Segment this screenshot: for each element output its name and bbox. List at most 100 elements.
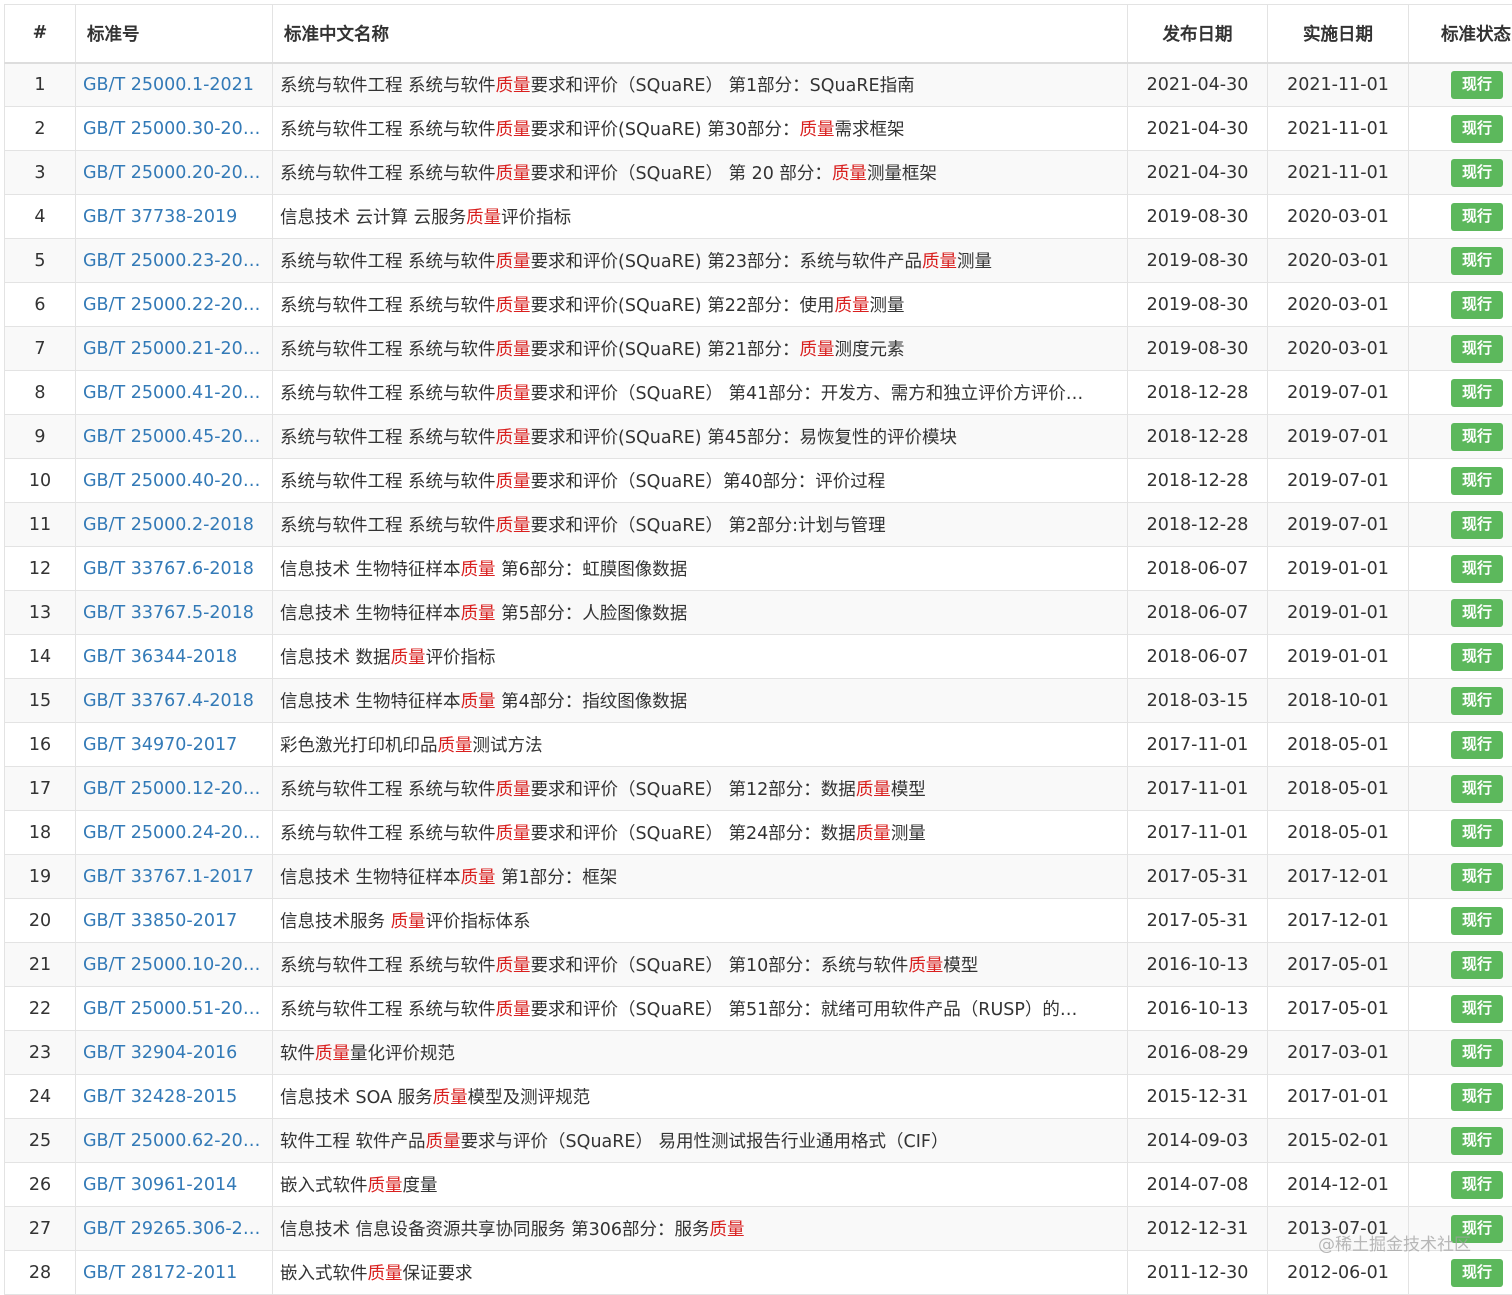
publish-date: 2021-04-30 — [1128, 151, 1268, 195]
table-row[interactable]: 26GB/T 30961-2014嵌入式软件质量度量2014-07-082014… — [5, 1163, 1512, 1207]
table-row[interactable]: 19GB/T 33767.1-2017信息技术 生物特征样本质量 第1部分：框架… — [5, 855, 1512, 899]
highlight-term: 质量 — [496, 76, 531, 96]
highlight-term: 质量 — [496, 780, 531, 800]
table-row[interactable]: 28GB/T 28172-2011嵌入式软件质量保证要求2011-12-3020… — [5, 1251, 1512, 1295]
status-badge: 现行 — [1451, 71, 1503, 99]
header-code[interactable]: 标准号 — [76, 5, 273, 63]
standard-name: 信息技术 云计算 云服务质量评价指标 — [280, 204, 1120, 229]
standard-name: 系统与软件工程 系统与软件质量要求和评价(SQuaRE) 第30部分：质量需求框… — [280, 116, 1120, 141]
standard-code-link[interactable]: GB/T 25000.10-2016 — [83, 955, 265, 975]
standard-code-link[interactable]: GB/T 30961-2014 — [83, 1175, 265, 1195]
standard-code-link[interactable]: GB/T 37738-2019 — [83, 207, 265, 227]
status-badge: 现行 — [1451, 1039, 1503, 1067]
table-row[interactable]: 24GB/T 32428-2015信息技术 SOA 服务质量模型及测评规范201… — [5, 1075, 1512, 1119]
standard-code-link[interactable]: GB/T 25000.41-2018 — [83, 383, 265, 403]
standard-code-cell: GB/T 25000.22-2019 — [76, 283, 273, 327]
table-row[interactable]: 16GB/T 34970-2017彩色激光打印机印品质量测试方法2017-11-… — [5, 723, 1512, 767]
table-row[interactable]: 3GB/T 25000.20-2021系统与软件工程 系统与软件质量要求和评价（… — [5, 151, 1512, 195]
standard-code-link[interactable]: GB/T 25000.45-2018 — [83, 427, 265, 447]
row-index: 13 — [5, 591, 76, 635]
table-row[interactable]: 11GB/T 25000.2-2018系统与软件工程 系统与软件质量要求和评价（… — [5, 503, 1512, 547]
highlight-term: 质量 — [496, 384, 531, 404]
table-row[interactable]: 4GB/T 37738-2019信息技术 云计算 云服务质量评价指标2019-0… — [5, 195, 1512, 239]
table-row[interactable]: 21GB/T 25000.10-2016系统与软件工程 系统与软件质量要求和评价… — [5, 943, 1512, 987]
standard-code-link[interactable]: GB/T 33767.5-2018 — [83, 603, 265, 623]
row-index: 15 — [5, 679, 76, 723]
table-header: # 标准号 标准中文名称 发布日期 实施日期 标准状态 — [5, 5, 1512, 63]
status-badge: 现行 — [1451, 423, 1503, 451]
header-implement-date[interactable]: 实施日期 — [1268, 5, 1409, 63]
table-row[interactable]: 10GB/T 25000.40-2018系统与软件工程 系统与软件质量要求和评价… — [5, 459, 1512, 503]
table-row[interactable]: 9GB/T 25000.45-2018系统与软件工程 系统与软件质量要求和评价(… — [5, 415, 1512, 459]
table-row[interactable]: 20GB/T 33850-2017信息技术服务 质量评价指标体系2017-05-… — [5, 899, 1512, 943]
standard-code-link[interactable]: GB/T 33767.6-2018 — [83, 559, 265, 579]
publish-date: 2014-09-03 — [1128, 1119, 1268, 1163]
standard-code-link[interactable]: GB/T 32428-2015 — [83, 1087, 265, 1107]
standard-name-cell: 嵌入式软件质量保证要求 — [273, 1251, 1128, 1295]
header-name[interactable]: 标准中文名称 — [273, 5, 1128, 63]
standard-code-link[interactable]: GB/T 25000.22-2019 — [83, 295, 265, 315]
status-cell: 现行 — [1409, 591, 1512, 635]
standard-code-link[interactable]: GB/T 25000.21-2019 — [83, 339, 265, 359]
table-row[interactable]: 5GB/T 25000.23-2019系统与软件工程 系统与软件质量要求和评价(… — [5, 239, 1512, 283]
table-row[interactable]: 2GB/T 25000.30-2021系统与软件工程 系统与软件质量要求和评价(… — [5, 107, 1512, 151]
implement-date: 2020-03-01 — [1268, 195, 1409, 239]
standard-code-link[interactable]: GB/T 25000.40-2018 — [83, 471, 265, 491]
highlight-term: 质量 — [496, 956, 531, 976]
table-row[interactable]: 8GB/T 25000.41-2018系统与软件工程 系统与软件质量要求和评价（… — [5, 371, 1512, 415]
standard-code-link[interactable]: GB/T 29265.306-20… — [83, 1219, 265, 1239]
row-index: 21 — [5, 943, 76, 987]
table-row[interactable]: 17GB/T 25000.12-2017系统与软件工程 系统与软件质量要求和评价… — [5, 767, 1512, 811]
table-row[interactable]: 25GB/T 25000.62-2014软件工程 软件产品质量要求与评价（SQu… — [5, 1119, 1512, 1163]
table-row[interactable]: 7GB/T 25000.21-2019系统与软件工程 系统与软件质量要求和评价(… — [5, 327, 1512, 371]
standard-name-cell: 软件工程 软件产品质量要求与评价（SQuaRE） 易用性测试报告行业通用格式（C… — [273, 1119, 1128, 1163]
status-badge: 现行 — [1451, 599, 1503, 627]
standard-code-link[interactable]: GB/T 25000.20-2021 — [83, 163, 265, 183]
implement-date: 2015-02-01 — [1268, 1119, 1409, 1163]
standard-code-link[interactable]: GB/T 25000.24-2017 — [83, 823, 265, 843]
standard-name-cell: 系统与软件工程 系统与软件质量要求和评价（SQuaRE） 第 20 部分：质量测… — [273, 151, 1128, 195]
standard-code-link[interactable]: GB/T 25000.12-2017 — [83, 779, 265, 799]
standard-code-cell: GB/T 25000.30-2021 — [76, 107, 273, 151]
standard-code-link[interactable]: GB/T 25000.1-2021 — [83, 75, 265, 95]
table-row[interactable]: 27GB/T 29265.306-20…信息技术 信息设备资源共享协同服务 第3… — [5, 1207, 1512, 1251]
standard-code-link[interactable]: GB/T 36344-2018 — [83, 647, 265, 667]
table-row[interactable]: 18GB/T 25000.24-2017系统与软件工程 系统与软件质量要求和评价… — [5, 811, 1512, 855]
standard-code-link[interactable]: GB/T 33850-2017 — [83, 911, 265, 931]
table-row[interactable]: 14GB/T 36344-2018信息技术 数据质量评价指标2018-06-07… — [5, 635, 1512, 679]
status-cell: 现行 — [1409, 1251, 1512, 1295]
row-index: 26 — [5, 1163, 76, 1207]
standard-code-link[interactable]: GB/T 25000.23-2019 — [83, 251, 265, 271]
status-badge: 现行 — [1451, 731, 1503, 759]
row-index: 8 — [5, 371, 76, 415]
header-publish-date[interactable]: 发布日期 — [1128, 5, 1268, 63]
standard-code-link[interactable]: GB/T 25000.2-2018 — [83, 515, 265, 535]
standard-code-link[interactable]: GB/T 25000.62-2014 — [83, 1131, 265, 1151]
header-status[interactable]: 标准状态 — [1409, 5, 1512, 63]
standard-code-link[interactable]: GB/T 25000.51-2016 — [83, 999, 265, 1019]
publish-date: 2021-04-30 — [1128, 107, 1268, 151]
table-row[interactable]: 23GB/T 32904-2016软件质量量化评价规范2016-08-29201… — [5, 1031, 1512, 1075]
table-row[interactable]: 1GB/T 25000.1-2021系统与软件工程 系统与软件质量要求和评价（S… — [5, 63, 1512, 107]
table-row[interactable]: 22GB/T 25000.51-2016系统与软件工程 系统与软件质量要求和评价… — [5, 987, 1512, 1031]
standard-code-link[interactable]: GB/T 28172-2011 — [83, 1263, 265, 1283]
standard-name-cell: 系统与软件工程 系统与软件质量要求和评价（SQuaRE） 第1部分：SQuaRE… — [273, 63, 1128, 107]
header-index[interactable]: # — [5, 5, 76, 63]
standard-code-cell: GB/T 32428-2015 — [76, 1075, 273, 1119]
highlight-term: 质量 — [496, 296, 531, 316]
standard-name: 系统与软件工程 系统与软件质量要求和评价（SQuaRE） 第24部分：数据质量测… — [280, 820, 1120, 845]
standard-name-cell: 信息技术 信息设备资源共享协同服务 第306部分：服务质量 — [273, 1207, 1128, 1251]
standard-code-link[interactable]: GB/T 25000.30-2021 — [83, 119, 265, 139]
status-badge: 现行 — [1451, 643, 1503, 671]
table-row[interactable]: 15GB/T 33767.4-2018信息技术 生物特征样本质量 第4部分：指纹… — [5, 679, 1512, 723]
standard-code-link[interactable]: GB/T 32904-2016 — [83, 1043, 265, 1063]
standard-code-link[interactable]: GB/T 33767.1-2017 — [83, 867, 265, 887]
status-cell: 现行 — [1409, 195, 1512, 239]
row-index: 7 — [5, 327, 76, 371]
table-row[interactable]: 13GB/T 33767.5-2018信息技术 生物特征样本质量 第5部分：人脸… — [5, 591, 1512, 635]
standard-code-link[interactable]: GB/T 34970-2017 — [83, 735, 265, 755]
table-row[interactable]: 6GB/T 25000.22-2019系统与软件工程 系统与软件质量要求和评价(… — [5, 283, 1512, 327]
highlight-term: 质量 — [426, 1132, 461, 1152]
table-row[interactable]: 12GB/T 33767.6-2018信息技术 生物特征样本质量 第6部分：虹膜… — [5, 547, 1512, 591]
standard-code-link[interactable]: GB/T 33767.4-2018 — [83, 691, 265, 711]
